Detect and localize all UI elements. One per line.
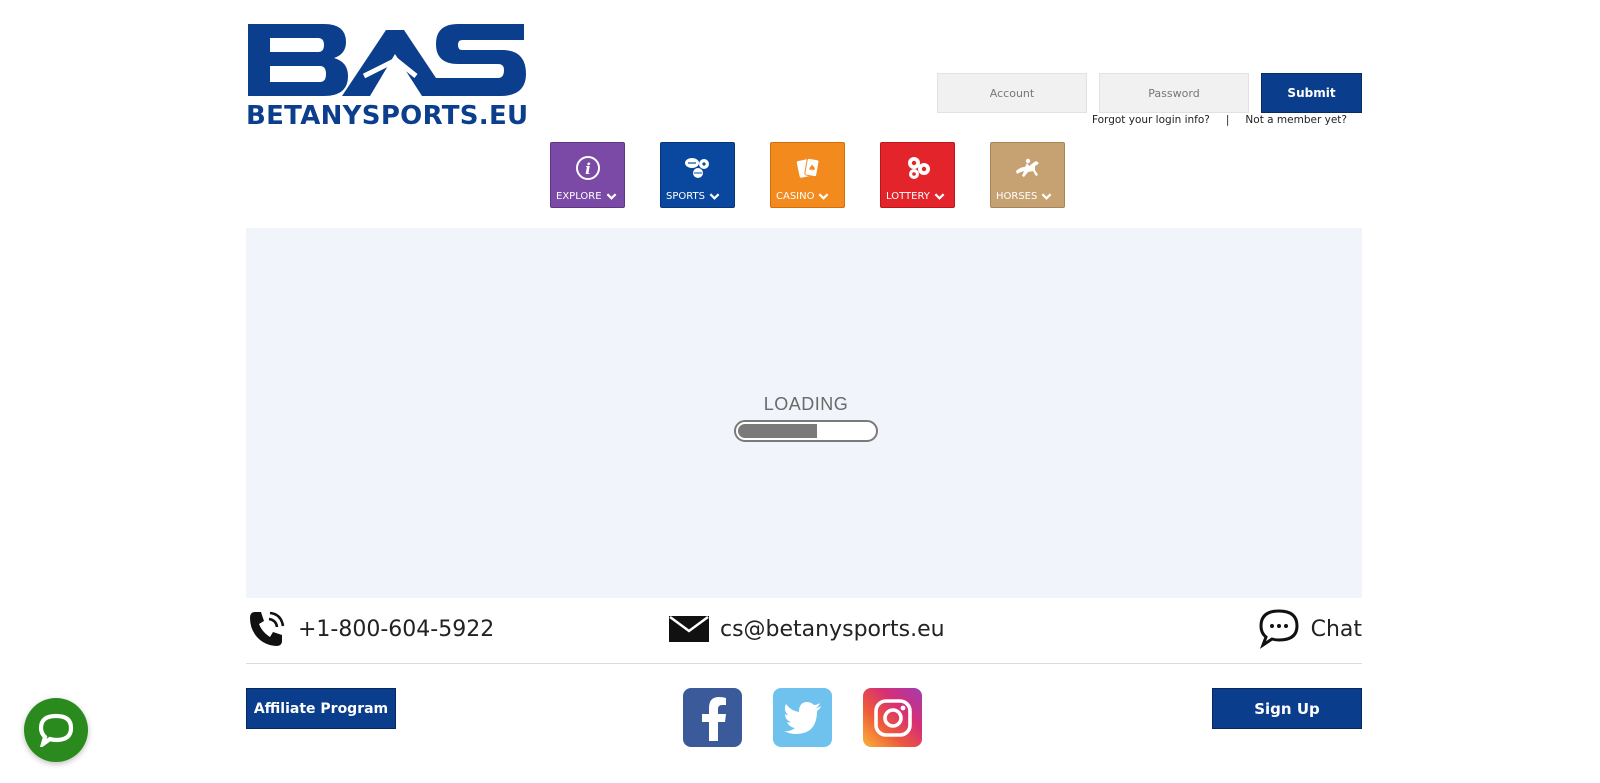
- site-logo[interactable]: BETANYSPORTS.EU: [246, 20, 528, 132]
- not-member-link[interactable]: Not a member yet?: [1245, 114, 1347, 126]
- contact-phone[interactable]: +1-800-604-5922: [246, 604, 494, 654]
- login-links-separator: |: [1225, 114, 1230, 126]
- nav-tile-label: CASINO: [776, 191, 815, 202]
- forgot-login-link[interactable]: Forgot your login info?: [1092, 114, 1210, 126]
- twitter-icon: [783, 701, 821, 734]
- logo-site-name: BETANYSPORTS.EU: [246, 101, 529, 131]
- facebook-icon: [701, 696, 726, 741]
- submit-button[interactable]: Submit: [1261, 73, 1362, 113]
- page-container: BETANYSPORTS.EU Submit Forgot your login…: [246, 0, 1362, 783]
- svg-text:♠: ♠: [807, 164, 815, 174]
- contact-chat[interactable]: Chat: [1257, 604, 1362, 654]
- nav-tile-label: LOTTERY: [886, 191, 930, 202]
- footer-divider: [246, 663, 1362, 664]
- instagram-link[interactable]: [863, 688, 922, 747]
- nav-tile-label: SPORTS: [666, 191, 705, 202]
- logo-mark: [248, 24, 526, 96]
- contact-email[interactable]: cs@betanysports.eu: [668, 604, 945, 654]
- nav-tile-casino[interactable]: ♠ CASINO: [770, 142, 845, 208]
- svg-text:i: i: [585, 160, 591, 178]
- contact-email-address: cs@betanysports.eu: [720, 616, 945, 642]
- cards-icon: ♠: [796, 157, 819, 178]
- loading-indicator: LOADING: [734, 394, 878, 442]
- login-form: Submit: [937, 73, 1362, 113]
- loading-progress-fill: [738, 424, 817, 438]
- twitter-link[interactable]: [773, 688, 832, 747]
- contact-phone-number: +1-800-604-5922: [298, 616, 495, 642]
- content-panel: LOADING: [246, 228, 1362, 598]
- sports-balls-icon: [684, 158, 709, 178]
- nav-tile-lottery[interactable]: LOTTERY: [880, 142, 955, 208]
- social-links: [683, 688, 922, 747]
- chevron-down-icon: [709, 193, 720, 200]
- facebook-link[interactable]: [683, 688, 742, 747]
- chevron-down-icon: [934, 193, 945, 200]
- affiliate-program-button[interactable]: Affiliate Program: [246, 688, 396, 729]
- sign-up-button[interactable]: Sign Up: [1212, 688, 1362, 729]
- contact-chat-label: Chat: [1310, 616, 1362, 642]
- chevron-down-icon: [1041, 193, 1052, 200]
- chat-bubble-icon: [38, 713, 74, 747]
- envelope-icon: [669, 615, 709, 642]
- loading-progress-bar: [734, 420, 878, 442]
- contact-row: +1-800-604-5922 cs@betanysports.eu Chat: [246, 604, 1362, 654]
- phone-icon: [250, 611, 285, 646]
- nav-tile-label: EXPLORE: [556, 191, 602, 202]
- account-input[interactable]: [937, 73, 1087, 113]
- nav-tile-horses[interactable]: HORSES: [990, 142, 1065, 208]
- chevron-down-icon: [606, 193, 616, 200]
- password-input[interactable]: [1099, 73, 1249, 113]
- main-nav: i EXPLORE SPORTS ♠ CASINO LOTTERY HORSES: [550, 142, 1065, 208]
- lottery-balls-icon: [907, 157, 930, 179]
- floating-chat-button[interactable]: [24, 698, 88, 762]
- chat-icon: [1259, 609, 1299, 649]
- horse-racing-icon: [1015, 158, 1039, 177]
- nav-tile-sports[interactable]: SPORTS: [660, 142, 735, 208]
- nav-tile-explore[interactable]: i EXPLORE: [550, 142, 625, 208]
- instagram-icon: [873, 698, 912, 737]
- info-icon: i: [575, 156, 600, 180]
- loading-label: LOADING: [763, 394, 849, 414]
- login-links: Forgot your login info? | Not a member yet…: [1092, 114, 1347, 126]
- nav-tile-label: HORSES: [996, 191, 1038, 202]
- chevron-down-icon: [819, 193, 829, 200]
